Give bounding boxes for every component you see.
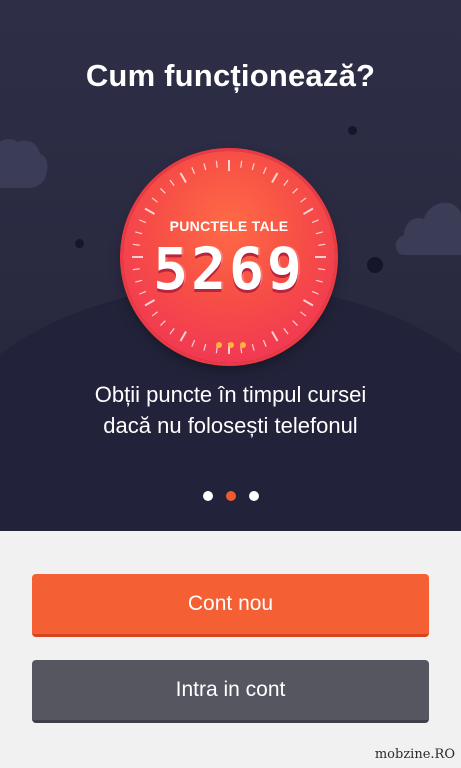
cloud-left-icon <box>0 139 48 188</box>
onboarding-hero: Cum funcționează? PUNCTELE TALE 5269 Obț… <box>0 0 461 531</box>
description-line-1: Obții puncte în timpul cursei <box>94 382 367 407</box>
page-dot-3[interactable] <box>249 491 259 501</box>
more-dots-icon <box>216 342 246 350</box>
points-value: 5269 <box>153 235 305 303</box>
decor-dot <box>367 257 383 273</box>
watermark: mobzine.RO <box>374 747 455 762</box>
new-account-button[interactable]: Cont nou <box>32 574 429 637</box>
points-label: PUNCTELE TALE <box>169 218 289 234</box>
page-dot-2[interactable] <box>226 491 236 501</box>
page-indicator[interactable] <box>203 490 259 502</box>
onboarding-description: Obții puncte în timpul cursei dacă nu fo… <box>0 379 461 441</box>
login-button[interactable]: Intra in cont <box>32 660 429 723</box>
points-gauge: PUNCTELE TALE 5269 <box>123 151 335 363</box>
decor-dot <box>75 239 84 248</box>
decor-dot <box>348 126 357 135</box>
cloud-right-icon <box>395 202 461 255</box>
description-line-2: dacă nu folosești telefonul <box>103 413 358 438</box>
page-dot-1[interactable] <box>203 491 213 501</box>
page-title: Cum funcționează? <box>85 58 376 93</box>
